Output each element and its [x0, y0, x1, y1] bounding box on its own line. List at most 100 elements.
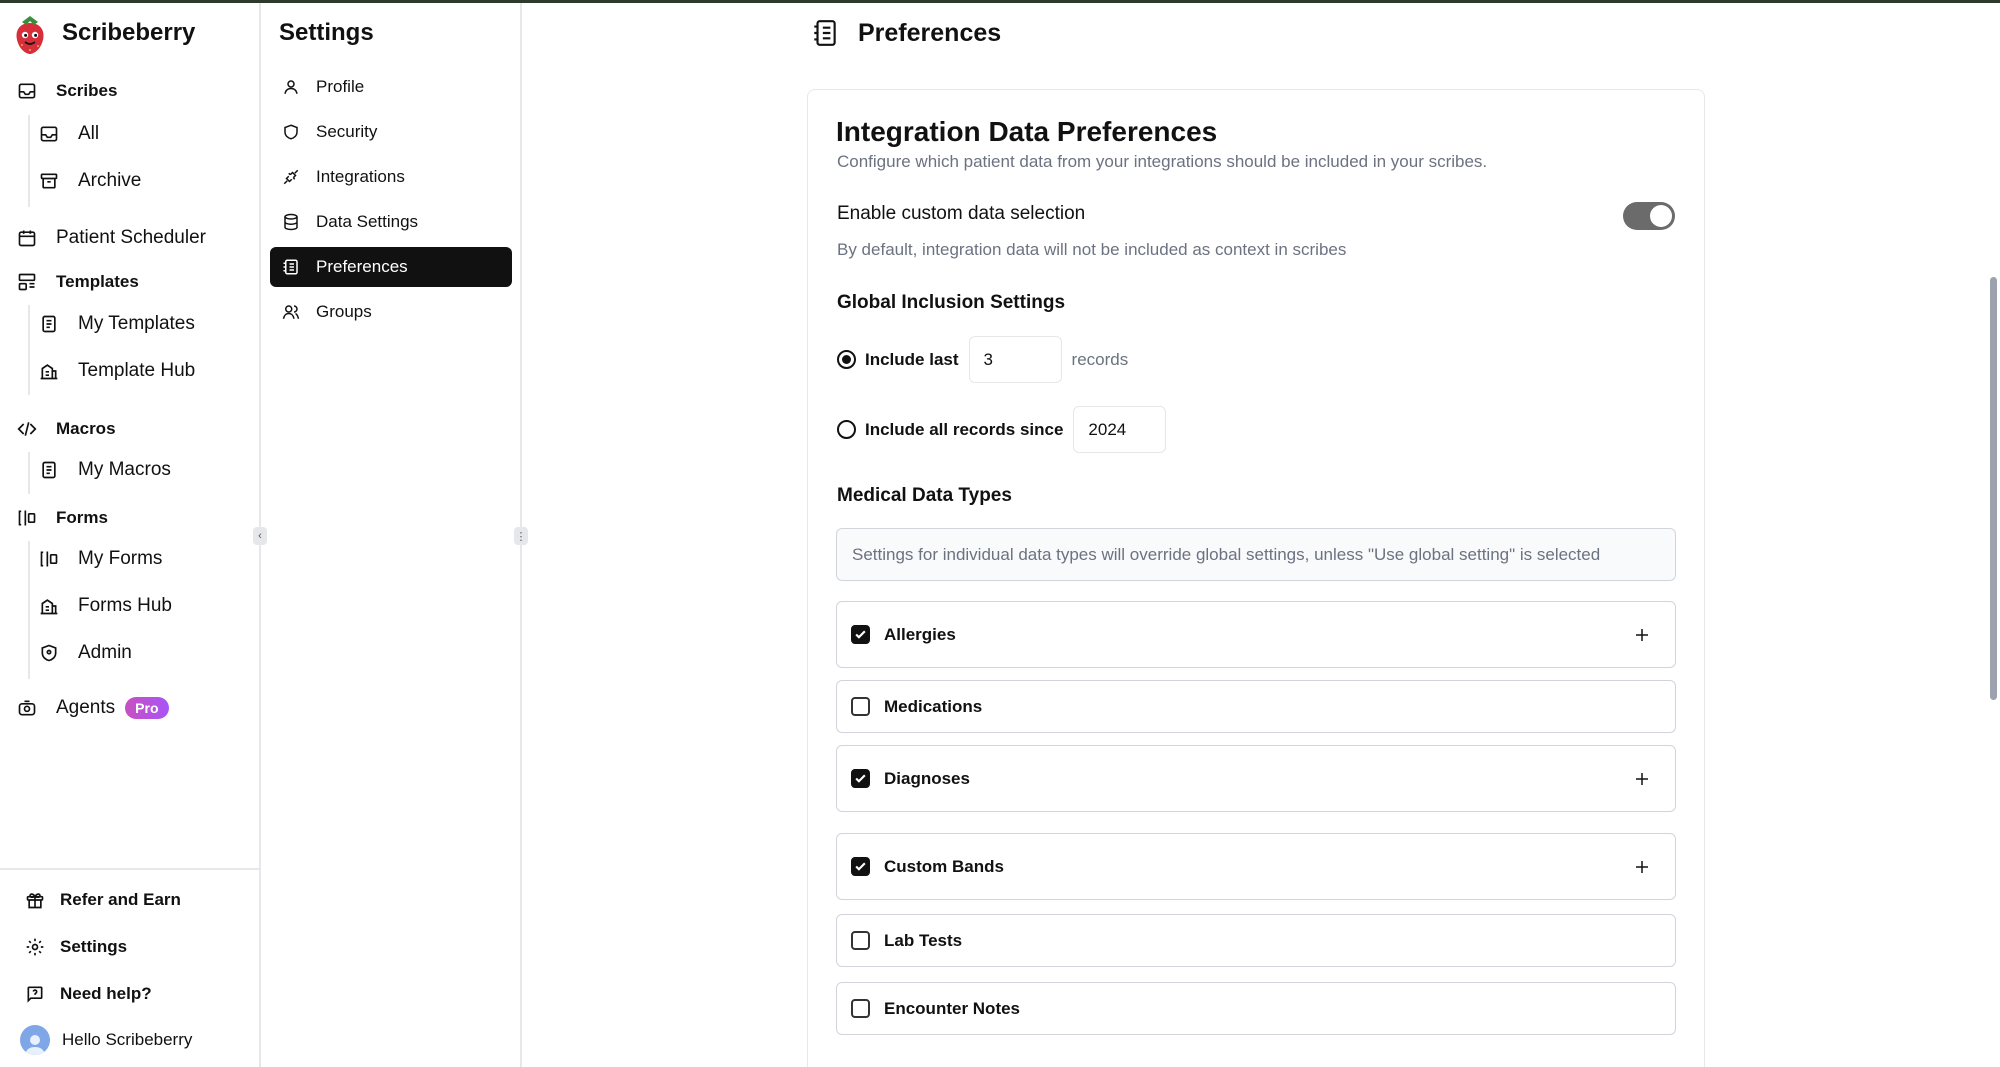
database-icon	[280, 211, 302, 233]
sidebar-item-my-macros[interactable]: My Macros	[38, 459, 171, 481]
custom-bands-checkbox[interactable]	[851, 857, 870, 876]
expand-plus-icon[interactable]	[1633, 858, 1651, 876]
data-type-allergies[interactable]: Allergies	[836, 601, 1676, 668]
expand-plus-icon[interactable]	[1633, 626, 1651, 644]
gear-icon	[24, 936, 46, 958]
inbox-icon	[38, 123, 60, 145]
sidebar-item-my-templates[interactable]: My Templates	[38, 313, 195, 335]
settings-nav-label: Groups	[316, 302, 372, 321]
integration-preferences-card: Integration Data Preferences Configure w…	[807, 89, 1705, 1067]
form-input-icon	[16, 507, 38, 529]
sidebar-item-label: Patient Scheduler	[56, 227, 206, 248]
sidebar-group-macros[interactable]: Macros	[16, 418, 116, 440]
sidebar-group-forms[interactable]: Forms	[16, 507, 108, 529]
settings-nav-label: Preferences	[316, 257, 408, 276]
data-type-label: Allergies	[884, 624, 956, 644]
sidebar-group-label: Scribes	[56, 81, 118, 100]
diagnoses-checkbox[interactable]	[851, 769, 870, 788]
file-text-icon	[38, 459, 60, 481]
tree-line	[28, 115, 30, 207]
layout-template-icon	[16, 271, 38, 293]
sidebar-item-admin[interactable]: Admin	[38, 642, 132, 664]
settings-nav-label: Integrations	[316, 167, 405, 186]
notebook-icon	[280, 256, 302, 278]
sidebar-item-archive[interactable]: Archive	[38, 170, 141, 192]
sidebar-item-agents[interactable]: Agents Pro	[16, 697, 169, 719]
main-scrollbar[interactable]	[1990, 277, 1997, 700]
sidebar-item-label: My Macros	[78, 459, 171, 480]
sidebar-item-label: My Forms	[78, 548, 163, 569]
settings-nav: Settings Profile Security Integrations D…	[262, 3, 522, 1067]
sidebar-group-scribes[interactable]: Scribes	[16, 80, 117, 102]
plug-icon	[280, 166, 302, 188]
resize-handle[interactable]: ⋮	[514, 527, 528, 545]
include-last-label: Include last	[865, 349, 959, 369]
settings-nav-data-settings[interactable]: Data Settings	[270, 202, 512, 242]
users-icon	[280, 301, 302, 323]
sidebar-item-all[interactable]: All	[38, 123, 99, 145]
custom-selection-help: By default, integration data will not be…	[837, 240, 1347, 259]
settings-link[interactable]: Settings	[24, 936, 127, 958]
data-type-encounter-notes[interactable]: Encounter Notes	[836, 982, 1676, 1035]
settings-nav-profile[interactable]: Profile	[270, 67, 512, 107]
shield-icon	[38, 642, 60, 664]
data-type-lab-tests[interactable]: Lab Tests	[836, 914, 1676, 967]
medications-checkbox[interactable]	[851, 697, 870, 716]
sidebar-divider	[0, 868, 259, 870]
notebook-icon	[814, 20, 836, 46]
code-icon	[16, 418, 38, 440]
sidebar-item-label: All	[78, 123, 100, 144]
user-icon	[280, 76, 302, 98]
include-last-option[interactable]: Include last 3 records	[837, 336, 1128, 383]
user-menu[interactable]: Hello Scribeberry	[20, 1025, 192, 1055]
strawberry-logo-icon	[16, 16, 44, 54]
allergies-checkbox[interactable]	[851, 625, 870, 644]
form-input-icon	[38, 548, 60, 570]
brand-name: Scribeberry	[62, 19, 196, 46]
custom-selection-toggle[interactable]	[1623, 202, 1675, 230]
building-icon	[38, 595, 60, 617]
avatar	[20, 1025, 50, 1055]
sidebar-item-forms-hub[interactable]: Forms Hub	[38, 595, 172, 617]
tree-line	[28, 541, 30, 679]
archive-icon	[38, 170, 60, 192]
sidebar-group-label: Macros	[56, 419, 116, 438]
data-type-medications[interactable]: Medications	[836, 680, 1676, 733]
data-type-diagnoses[interactable]: Diagnoses	[836, 745, 1676, 812]
settings-nav-groups[interactable]: Groups	[270, 292, 512, 332]
settings-nav-label: Security	[316, 122, 378, 141]
data-type-label: Encounter Notes	[884, 998, 1021, 1018]
lab-tests-checkbox[interactable]	[851, 931, 870, 950]
encounter-notes-checkbox[interactable]	[851, 999, 870, 1018]
sidebar-item-my-forms[interactable]: My Forms	[38, 548, 162, 570]
include-last-radio[interactable]	[837, 350, 856, 369]
data-type-label: Custom Bands	[884, 856, 1004, 876]
data-type-label: Lab Tests	[884, 930, 963, 950]
pro-badge: Pro	[125, 697, 169, 719]
include-since-option[interactable]: Include all records since 2024	[837, 406, 1167, 453]
brand[interactable]: Scribeberry	[10, 11, 195, 55]
refer-and-earn-link[interactable]: Refer and Earn	[24, 889, 181, 911]
tree-line	[28, 452, 30, 494]
need-help-link[interactable]: Need help?	[24, 983, 152, 1005]
shield-icon	[280, 121, 302, 143]
settings-nav-preferences[interactable]: Preferences	[270, 247, 512, 287]
file-text-icon	[38, 313, 60, 335]
settings-nav-integrations[interactable]: Integrations	[270, 157, 512, 197]
include-last-input[interactable]: 3	[968, 336, 1062, 383]
include-since-radio[interactable]	[837, 420, 856, 439]
sidebar-item-template-hub[interactable]: Template Hub	[38, 360, 195, 382]
data-type-custom-bands[interactable]: Custom Bands	[836, 833, 1676, 900]
expand-plus-icon[interactable]	[1633, 770, 1651, 788]
sidebar-item-label: Archive	[78, 170, 142, 191]
medical-data-types-heading: Medical Data Types	[837, 485, 1012, 506]
override-info-box: Settings for individual data types will …	[836, 528, 1676, 581]
calendar-icon	[16, 227, 38, 249]
data-type-label: Diagnoses	[884, 768, 970, 788]
sidebar-group-templates[interactable]: Templates	[16, 271, 139, 293]
settings-nav-security[interactable]: Security	[270, 112, 512, 152]
card-subtitle: Configure which patient data from your i…	[837, 152, 1488, 171]
include-since-input[interactable]: 2024	[1073, 406, 1167, 453]
bot-icon	[16, 697, 38, 719]
sidebar-item-patient-scheduler[interactable]: Patient Scheduler	[16, 227, 206, 249]
